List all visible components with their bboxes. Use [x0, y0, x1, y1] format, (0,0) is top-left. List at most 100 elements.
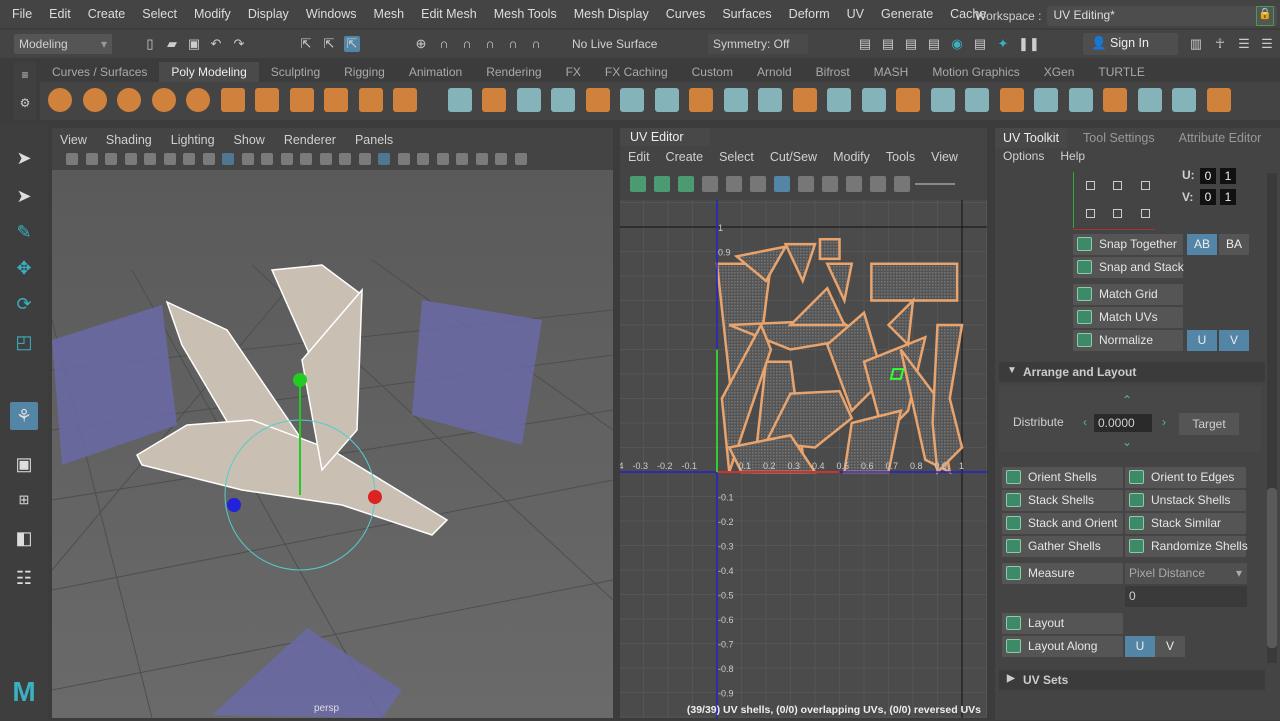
viewport-tool-icon[interactable]	[456, 153, 468, 165]
select-hierarchy-icon[interactable]: ⇱	[298, 36, 314, 52]
hypershade-icon[interactable]: ◉	[949, 36, 965, 52]
shelf-tab-motion-graphics[interactable]: Motion Graphics	[920, 62, 1031, 82]
shelf-tab-turtle[interactable]: TURTLE	[1086, 62, 1156, 82]
super-shape-shelf-icon[interactable]	[324, 88, 348, 112]
sign-in-button[interactable]: 👤 Sign In	[1083, 33, 1178, 55]
select-object-icon[interactable]: ⇱	[321, 36, 337, 52]
viewport-tool-icon[interactable]	[514, 153, 527, 165]
snap-ba-button[interactable]: BA	[1219, 234, 1249, 255]
uv-sets-section[interactable]: ▶ UV Sets	[999, 670, 1265, 690]
layout-along-button[interactable]: Layout Along	[1002, 636, 1123, 657]
layout-single-icon[interactable]: ▣	[10, 450, 38, 478]
viewport-tool-icon[interactable]	[222, 153, 234, 165]
viewport-tool-icon[interactable]	[280, 153, 293, 165]
cube-shelf-icon[interactable]	[82, 88, 107, 112]
normalize-button[interactable]: Normalize	[1073, 330, 1183, 351]
uv-toolbar-icon[interactable]	[678, 176, 694, 192]
layout-along-v[interactable]: V	[1155, 636, 1185, 657]
viewport-tool-icon[interactable]	[261, 153, 273, 165]
menu-create[interactable]: Create	[88, 7, 126, 21]
viewport-tool-icon[interactable]	[319, 153, 332, 165]
snap-point-icon[interactable]: ∩	[459, 36, 475, 52]
bevel-shelf-icon[interactable]	[723, 88, 748, 112]
uv-toolbar-icon[interactable]	[750, 176, 766, 192]
normalize-v-button[interactable]: V	[1219, 330, 1249, 351]
svg-shelf-icon[interactable]	[393, 88, 417, 112]
render-frame-icon[interactable]: ▤	[880, 36, 896, 52]
shelf-tab-animation[interactable]: Animation	[397, 62, 474, 82]
quad-draw-shelf-icon[interactable]	[965, 88, 989, 112]
tab-uv-toolkit[interactable]: UV Toolkit	[995, 128, 1068, 148]
uv-toolbar-icon[interactable]	[702, 176, 718, 192]
character-controls-icon[interactable]: ☥	[1212, 36, 1228, 52]
measure-mode-dropdown[interactable]: Pixel Distance ▾	[1125, 563, 1247, 584]
separate-shelf-icon[interactable]	[585, 88, 610, 112]
menu-icon[interactable]: ≡	[14, 68, 36, 82]
uv-view[interactable]: -0.4 -0.3 -0.2 -0.1 0.1 0.2 0.3 0.4 0.5 0.6 0.7 0.8…	[620, 200, 987, 718]
center-pivot-shelf-icon[interactable]	[1103, 88, 1127, 112]
shelf-tab-bifrost[interactable]: Bifrost	[804, 62, 862, 82]
select-component-icon[interactable]: ⇱	[344, 36, 360, 52]
menu-uv[interactable]: UV	[847, 7, 864, 21]
freeze-shelf-icon[interactable]	[516, 88, 541, 112]
menu-modify[interactable]: Modify	[194, 7, 231, 21]
viewport-menu-panels[interactable]: Panels	[355, 133, 393, 147]
type-shelf-icon[interactable]	[358, 88, 383, 112]
arrange-layout-section[interactable]: ▼ Arrange and Layout	[999, 362, 1265, 382]
menu-file[interactable]: File	[12, 7, 32, 21]
symmetry-dropdown[interactable]: Symmetry: Off	[708, 34, 808, 54]
align-top-left[interactable]	[1086, 181, 1095, 190]
viewport-tool-icon[interactable]	[495, 153, 507, 165]
lock-icon[interactable]: 🔒	[1256, 6, 1274, 26]
scale-tool-icon[interactable]: ◰	[10, 328, 38, 356]
uv-toolbar-icon[interactable]	[774, 176, 790, 192]
viewport-tool-icon[interactable]	[300, 153, 312, 165]
shelf-tab-mash[interactable]: MASH	[862, 62, 921, 82]
btn-orient-to-edges[interactable]: Orient to Edges	[1125, 467, 1246, 488]
shelf-tab-fx-caching[interactable]: FX Caching	[593, 62, 680, 82]
btn-gather-shells[interactable]: Gather Shells	[1002, 536, 1123, 557]
uv-toolbar-icon[interactable]	[654, 176, 670, 192]
uv-toolbar-icon[interactable]	[846, 176, 862, 192]
shelf-tab-fx[interactable]: FX	[554, 62, 593, 82]
render-settings-icon[interactable]: ▤	[926, 36, 942, 52]
menu-select[interactable]: Select	[142, 7, 177, 21]
lasso-tool-icon[interactable]: ➤	[10, 182, 38, 210]
viewport-menu-show[interactable]: Show	[234, 133, 265, 147]
shelf-tab-sculpting[interactable]: Sculpting	[259, 62, 332, 82]
uv-toolbar-icon[interactable]	[798, 176, 814, 192]
viewport-menu-renderer[interactable]: Renderer	[284, 133, 336, 147]
viewport-tool-icon[interactable]	[339, 153, 351, 165]
v-min[interactable]: 0	[1200, 189, 1216, 205]
magnet-icon[interactable]: ∩	[528, 36, 544, 52]
snap-curve-icon[interactable]: ∩	[436, 36, 452, 52]
uv-toolbar-icon[interactable]	[630, 176, 646, 192]
cylinder-shelf-icon[interactable]	[117, 88, 141, 112]
snap-grid-icon[interactable]: ⊕	[413, 36, 429, 52]
extract-shelf-icon[interactable]	[620, 88, 644, 112]
layout-button[interactable]: Layout	[1002, 613, 1123, 634]
menu-generate[interactable]: Generate	[881, 7, 933, 21]
render-view-icon[interactable]: ▤	[857, 36, 873, 52]
smooth-shelf-icon[interactable]	[689, 88, 713, 112]
soft-shelf-icon[interactable]	[1172, 88, 1196, 112]
viewport-tool-icon[interactable]	[163, 153, 176, 165]
menu-windows[interactable]: Windows	[306, 7, 357, 21]
menu-edit[interactable]: Edit	[49, 7, 71, 21]
uv-toolbar-icon[interactable]	[726, 176, 742, 192]
tab-attribute-editor[interactable]: Attribute Editor	[1171, 128, 1270, 148]
snap-and-stack-button[interactable]: Snap and Stack	[1073, 257, 1184, 278]
viewport-tool-icon[interactable]	[417, 153, 429, 165]
align-bottom-center[interactable]	[1113, 209, 1122, 218]
uv-tool-icon[interactable]: ⚘	[10, 402, 38, 430]
menu-set-dropdown[interactable]: Modeling	[14, 34, 112, 54]
uv-toolbar-icon[interactable]	[894, 176, 910, 192]
x-axis-ball[interactable]	[368, 490, 382, 504]
viewport-tool-icon[interactable]	[105, 153, 117, 165]
fill-hole-shelf-icon[interactable]	[827, 88, 851, 112]
menu-mesh-display[interactable]: Mesh Display	[574, 7, 649, 21]
btn-stack-and-orient[interactable]: Stack and Orient	[1002, 513, 1123, 534]
multi-cut-shelf-icon[interactable]	[930, 88, 955, 112]
redo-icon[interactable]: ↷	[231, 36, 247, 52]
attribute-editor-icon[interactable]: ☰	[1259, 36, 1275, 52]
